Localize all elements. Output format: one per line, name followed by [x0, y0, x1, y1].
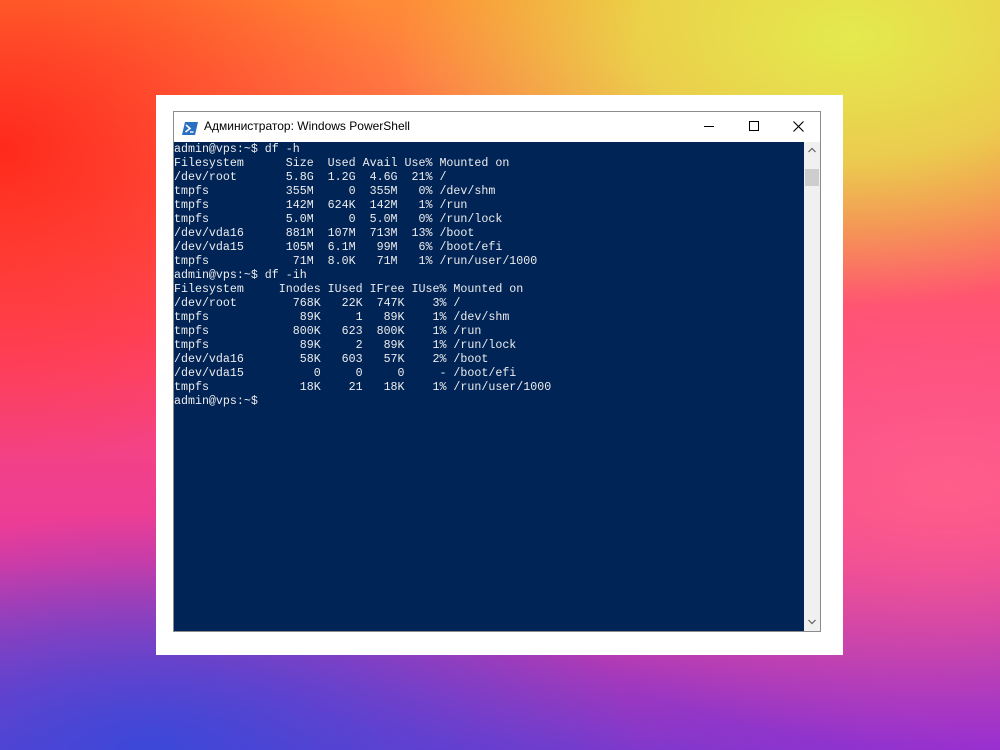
scroll-down-button[interactable] — [804, 614, 820, 631]
terminal-line: /dev/vda16 58K 603 57K 2% /boot — [174, 353, 489, 366]
close-button[interactable] — [775, 112, 821, 142]
title-bar[interactable]: Администратор: Windows PowerShell — [174, 112, 820, 142]
terminal-line: /dev/vda15 0 0 0 - /boot/efi — [174, 367, 517, 380]
terminal-line: tmpfs 142M 624K 142M 1% /run — [174, 199, 468, 212]
scrollbar-thumb[interactable] — [805, 169, 819, 186]
terminal-line: tmpfs 18K 21 18K 1% /run/user/1000 — [174, 381, 552, 394]
maximize-button[interactable] — [731, 112, 777, 142]
terminal-line: tmpfs 89K 2 89K 1% /run/lock — [174, 339, 517, 352]
terminal-line: Filesystem Size Used Avail Use% Mounted … — [174, 157, 510, 170]
close-icon — [793, 121, 804, 132]
minimize-icon — [704, 126, 714, 127]
terminal-line: tmpfs 5.0M 0 5.0M 0% /run/lock — [174, 213, 503, 226]
terminal-line: tmpfs 71M 8.0K 71M 1% /run/user/1000 — [174, 255, 538, 268]
terminal-line: admin@vps:~$ df -ih — [174, 269, 307, 282]
minimize-button[interactable] — [686, 112, 732, 142]
terminal-line: /dev/vda15 105M 6.1M 99M 6% /boot/efi — [174, 241, 503, 254]
terminal-line: tmpfs 89K 1 89K 1% /dev/shm — [174, 311, 510, 324]
terminal-line: /dev/root 5.8G 1.2G 4.6G 21% / — [174, 171, 447, 184]
window-title: Администратор: Windows PowerShell — [204, 119, 410, 133]
terminal-text: admin@vps:~$ df -h Filesystem Size Used … — [174, 142, 804, 409]
terminal-line: /dev/root 768K 22K 747K 3% / — [174, 297, 461, 310]
console-output[interactable]: admin@vps:~$ df -h Filesystem Size Used … — [174, 142, 804, 631]
chevron-down-icon — [808, 619, 816, 625]
scroll-up-button[interactable] — [804, 142, 820, 159]
terminal-line: tmpfs 800K 623 800K 1% /run — [174, 325, 482, 338]
terminal-line: admin@vps:~$ df -h — [174, 143, 300, 156]
chevron-up-icon — [808, 147, 816, 153]
powershell-icon — [182, 120, 198, 135]
maximize-icon — [749, 121, 759, 131]
vertical-scrollbar[interactable] — [804, 142, 820, 631]
powershell-window: Администратор: Windows PowerShell admin@… — [173, 111, 821, 632]
terminal-line: Filesystem Inodes IUsed IFree IUse% Moun… — [174, 283, 524, 296]
terminal-line: /dev/vda16 881M 107M 713M 13% /boot — [174, 227, 475, 240]
terminal-line: tmpfs 355M 0 355M 0% /dev/shm — [174, 185, 496, 198]
terminal-line: admin@vps:~$ — [174, 395, 258, 408]
